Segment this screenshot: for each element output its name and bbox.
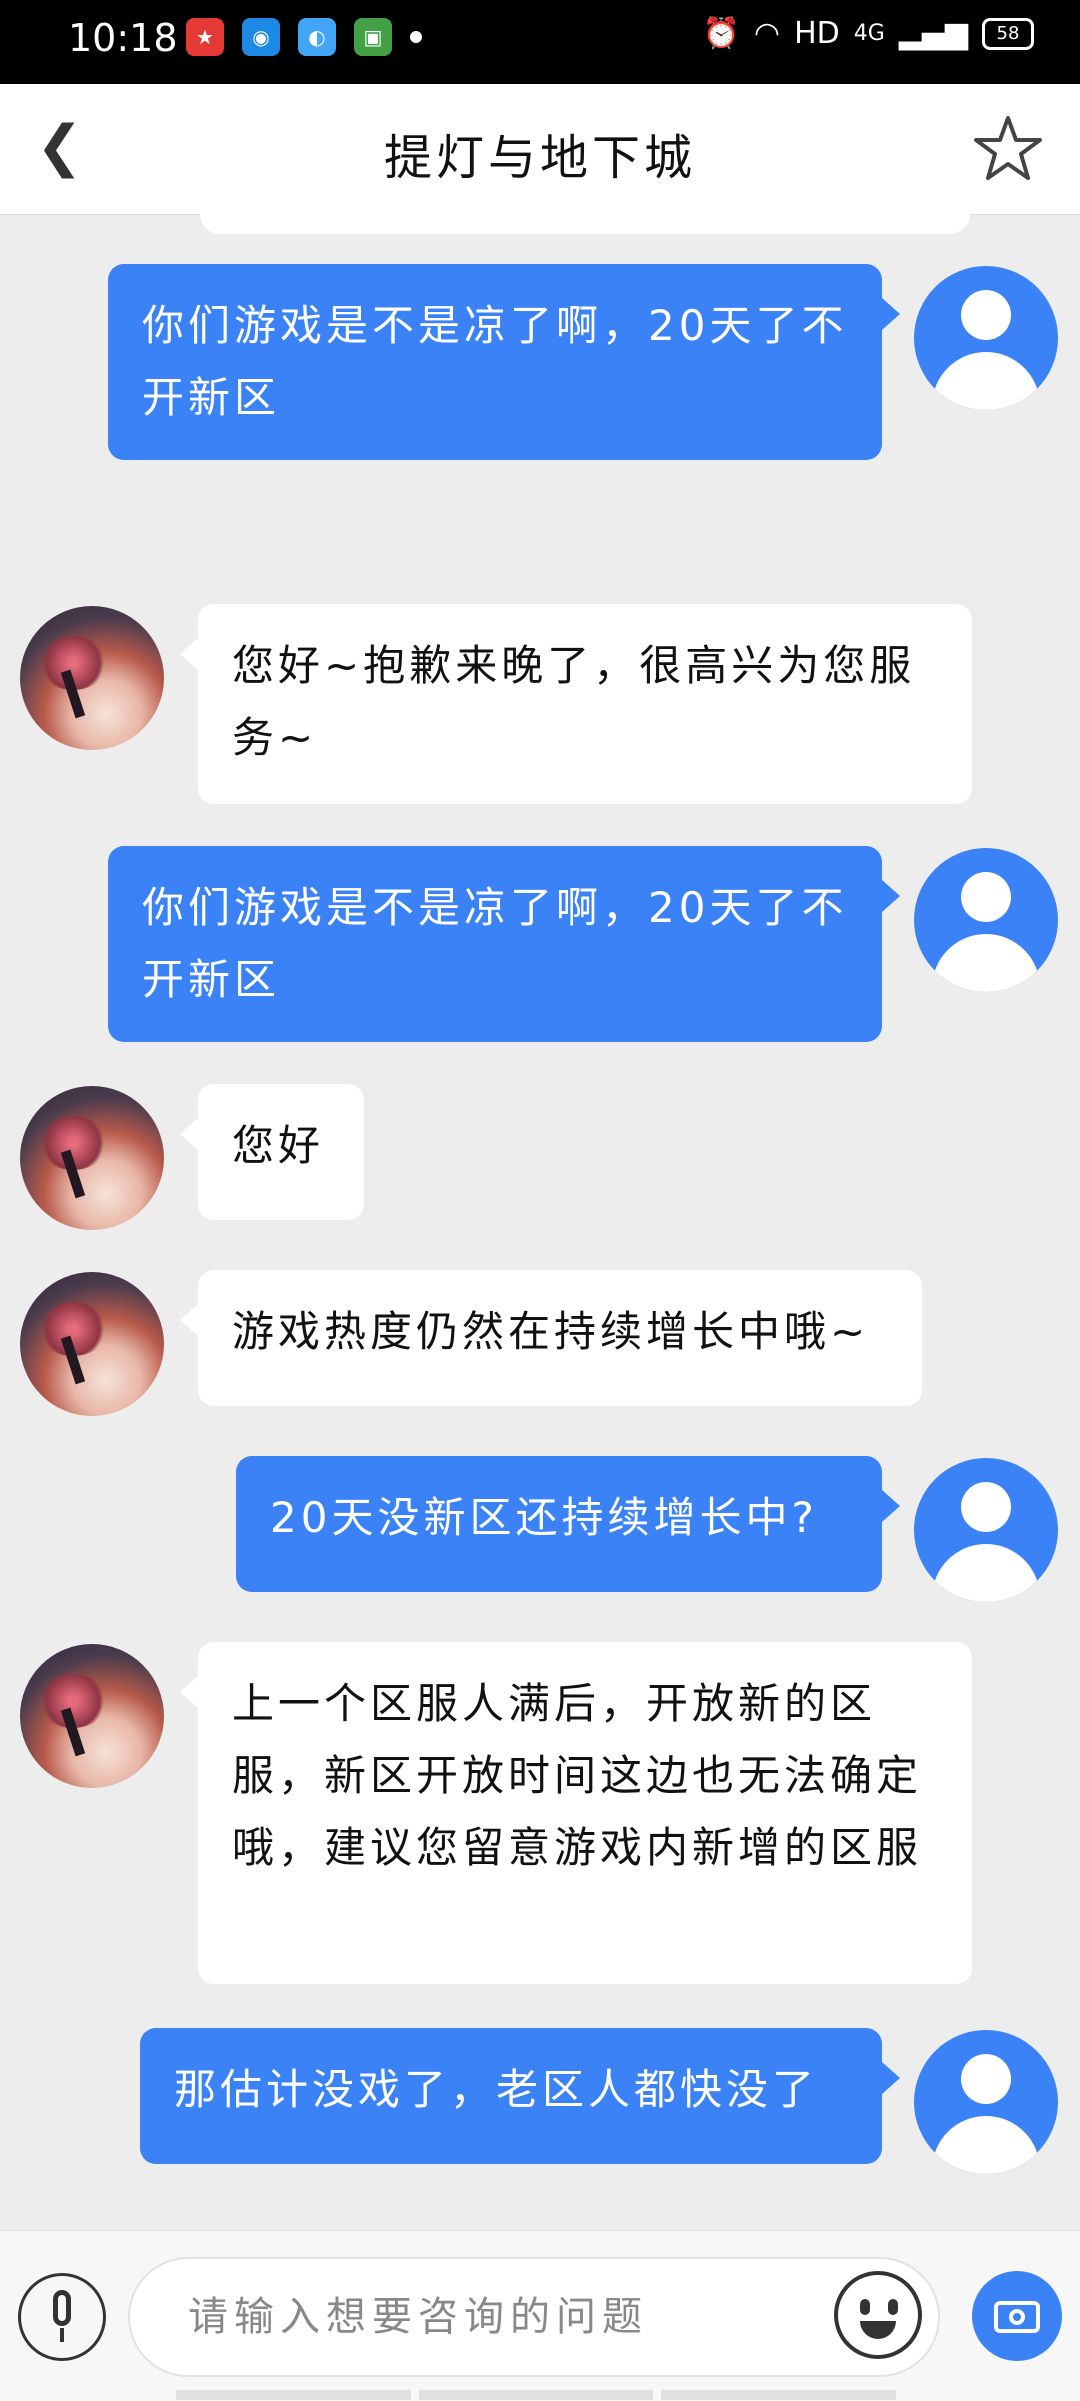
notification-icons: ★ ◉ ◐ ▣ [186, 18, 422, 56]
signal-bars-icon: ▂▄▆ [898, 16, 968, 51]
user-message: 20天没新区还持续增长中? [236, 1456, 900, 1592]
agent-avatar[interactable] [20, 1086, 164, 1230]
user-avatar[interactable] [914, 848, 1058, 992]
status-time: 10:18 [68, 16, 178, 60]
app-notification-icon: ◐ [298, 18, 336, 56]
previous-message-bubble [200, 214, 970, 234]
user-message: 你们游戏是不是凉了啊，20天了不开新区 [108, 264, 900, 460]
network-label: HD [794, 16, 840, 51]
chat-area[interactable]: 你们游戏是不是凉了啊，20天了不开新区 在线客服050为您服务 您好~抱歉来晚了… [0, 214, 1080, 2230]
battery-icon: 58 [982, 17, 1034, 50]
user-message: 你们游戏是不是凉了啊，20天了不开新区 [108, 846, 900, 1042]
input-bar: 请输入想要咨询的问题 [0, 2230, 1080, 2401]
status-right: ⏰ ◠ HD 4G ▂▄▆ 58 [703, 16, 1034, 51]
agent-message: 您好~抱歉来晚了，很高兴为您服务~ [180, 604, 972, 804]
signal-label: 4G [853, 21, 885, 46]
top-bar: ❮ 提灯与地下城 [0, 84, 1080, 215]
message-input[interactable]: 请输入想要咨询的问题 [128, 2257, 940, 2377]
user-avatar[interactable] [914, 1458, 1058, 1602]
user-avatar[interactable] [914, 266, 1058, 410]
agent-avatar[interactable] [20, 1644, 164, 1788]
agent-message: 上一个区服人满后，开放新的区服，新区开放时间这边也无法确定哦，建议您留意游戏内新… [180, 1642, 972, 1984]
wifi-icon: ◠ [753, 16, 781, 51]
app-notification-icon: ◉ [242, 18, 280, 56]
app-notification-icon: ★ [186, 18, 224, 56]
favorite-star-icon[interactable] [972, 112, 1044, 184]
agent-avatar[interactable] [20, 1272, 164, 1416]
agent-message: 游戏热度仍然在持续增长中哦~ [180, 1270, 922, 1406]
agent-avatar[interactable] [20, 606, 164, 750]
camera-icon[interactable] [972, 2271, 1062, 2361]
bottom-edge [176, 2390, 897, 2400]
app-notification-icon: ▣ [354, 18, 392, 56]
more-notifications-icon [410, 31, 422, 43]
agent-message: 您好 [180, 1084, 364, 1220]
alarm-icon: ⏰ [702, 16, 740, 51]
user-avatar[interactable] [914, 2030, 1058, 2174]
page-title: 提灯与地下城 [383, 130, 696, 186]
emoji-icon[interactable] [834, 2271, 922, 2359]
microphone-icon[interactable] [18, 2273, 106, 2361]
user-message: 那估计没戏了，老区人都快没了 [140, 2028, 900, 2164]
status-bar: 10:18 ★ ◉ ◐ ▣ ⏰ ◠ HD 4G ▂▄▆ 58 [0, 0, 1080, 84]
